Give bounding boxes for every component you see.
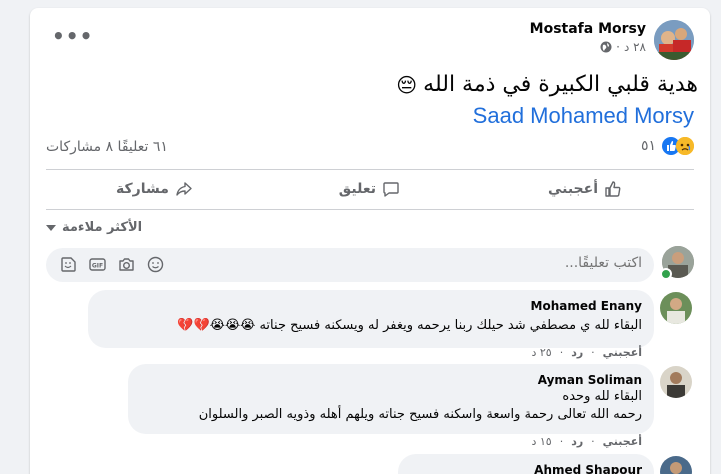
emoji-smile-icon[interactable] (147, 256, 164, 273)
commenter-avatar[interactable] (660, 456, 692, 474)
comment-like-link[interactable]: أعجبني (603, 435, 642, 448)
globe-icon (600, 41, 612, 53)
comment-actions: أعجبني · رد · ١٥ د (531, 435, 642, 448)
composer-tools: GIF (60, 256, 164, 273)
post-card: Mostafa Morsy ٢٨ د · ••• هدية قلبي الكبي… (30, 8, 710, 474)
post-mention-link[interactable]: Saad Mohamed Morsy (473, 103, 694, 129)
sticker-icon[interactable] (60, 256, 77, 273)
action-dot: · (559, 346, 564, 359)
author-avatar[interactable] (654, 20, 694, 60)
comment-button-label: تعليق (338, 181, 376, 197)
action-dot: · (591, 435, 595, 448)
commenter-avatar[interactable] (660, 366, 692, 398)
svg-text:GIF: GIF (92, 263, 103, 270)
comment-text: البقاء لله وحده (562, 389, 642, 404)
thumbs-up-icon (604, 180, 622, 198)
reactions-summary[interactable]: ٥١ (641, 137, 694, 155)
pensive-emoji-icon: 😔 (396, 72, 418, 97)
commenter-avatar[interactable] (660, 292, 692, 324)
comment-reply-link[interactable]: رد (571, 435, 583, 448)
action-dot: · (559, 435, 564, 448)
camera-icon[interactable] (118, 256, 135, 273)
comment-button[interactable]: تعليق (339, 180, 400, 198)
comment-bubble-icon (382, 180, 400, 198)
comment-time[interactable]: ١٥ د (531, 435, 551, 448)
comment-actions: أعجبني · رد · ٢٥ د (531, 346, 642, 359)
reactions-count: ٥١ (640, 138, 656, 154)
comment-author[interactable]: Ayman Soliman (538, 373, 642, 387)
online-status-dot (660, 268, 672, 280)
action-dot: · (591, 346, 595, 359)
comments-shares-count[interactable]: ٦١ تعليقًا ٨ مشاركات (46, 139, 168, 155)
sad-reaction-icon (676, 137, 694, 155)
comment-text: البقاء لله ي مصطفي شد حيلك ربنا يرحمه وي… (177, 318, 642, 333)
like-button[interactable]: أعجبني (548, 180, 622, 198)
stats-divider (46, 169, 694, 170)
comment-text: رحمه الله تعالى رحمة واسعة واسكنه فسيح ج… (198, 407, 642, 422)
meta-separator: · (616, 40, 620, 54)
more-options-icon[interactable]: ••• (52, 24, 93, 48)
post-author-name[interactable]: Mostafa Morsy (530, 21, 646, 37)
post-text-line: هدية قلبي الكبيرة في ذمة الله 😔 (396, 72, 698, 97)
comment-author[interactable]: Ahmed Shapour (534, 463, 642, 474)
like-button-label: أعجبني (547, 181, 598, 197)
comment-bubble: Mohamed Enany البقاء لله ي مصطفي شد حيلك… (88, 290, 654, 348)
comment-composer[interactable]: GIF (46, 248, 654, 282)
comment-time[interactable]: ٢٥ د (531, 346, 551, 359)
comment-author[interactable]: Mohamed Enany (531, 299, 642, 313)
comment-sort-dropdown[interactable]: الأكثر ملاءمة (46, 220, 142, 235)
post-text: هدية قلبي الكبيرة في ذمة الله (423, 72, 698, 97)
gif-icon[interactable]: GIF (89, 256, 106, 273)
comment-bubble: Ayman Soliman البقاء لله وحده رحمه الله … (128, 364, 654, 434)
share-button-label: مشاركة (116, 181, 169, 197)
post-meta: ٢٨ د · (600, 40, 646, 54)
share-arrow-icon (175, 180, 193, 198)
comment-bubble: Ahmed Shapour (398, 454, 654, 474)
comment-input[interactable] (222, 255, 642, 271)
post-time[interactable]: ٢٨ د (624, 40, 646, 54)
caret-down-icon (46, 224, 56, 231)
share-button[interactable]: مشاركة (116, 180, 193, 198)
comment-like-link[interactable]: أعجبني (603, 346, 642, 359)
comment-reply-link[interactable]: رد (571, 346, 583, 359)
actions-divider (46, 209, 694, 210)
sort-label: الأكثر ملاءمة (62, 220, 143, 235)
